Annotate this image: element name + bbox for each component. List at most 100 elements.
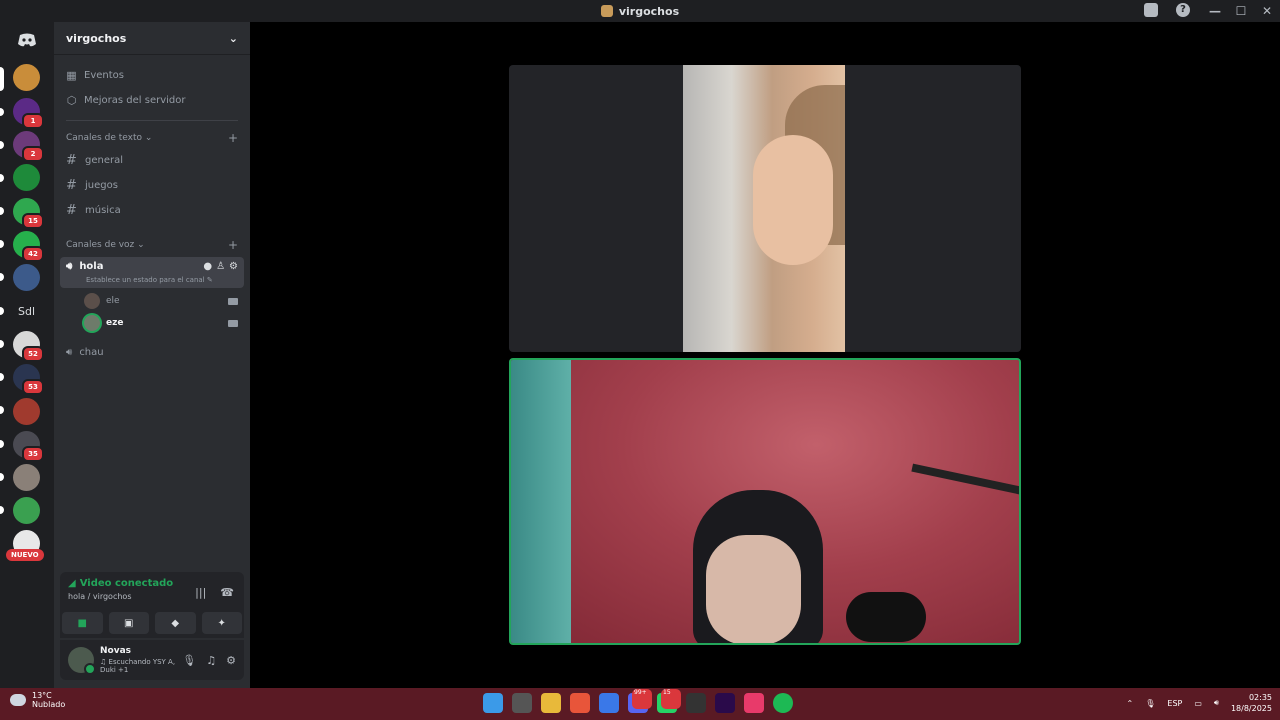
time: 02:35 — [1248, 693, 1272, 702]
voice-action-buttons: ■ ▣ ◆ ✦ — [60, 608, 244, 638]
events-item[interactable]: ▦ Eventos — [54, 63, 250, 88]
whatsapp-icon[interactable]: 15 — [657, 689, 681, 713]
mention-badge: 53 — [22, 379, 44, 395]
server-sdl[interactable]: Sdl — [13, 298, 40, 325]
divider — [66, 120, 238, 121]
member-name: ele — [106, 296, 120, 306]
server-icon-2[interactable]: 1 — [13, 98, 44, 129]
channel-status-input[interactable]: Establece un estado para el canal ✎ — [86, 276, 238, 284]
server-icon-14[interactable] — [13, 497, 40, 524]
premiere-icon[interactable] — [715, 693, 735, 713]
voice-member[interactable]: ele — [54, 290, 250, 312]
noise-suppression-icon[interactable]: ||| — [195, 586, 206, 599]
server-icon-11[interactable] — [13, 398, 40, 425]
voice-category-header[interactable]: Canales de voz ⌄ + — [54, 235, 250, 255]
server-icon-4[interactable] — [13, 164, 40, 191]
video-feed — [683, 65, 845, 352]
server-icon — [600, 5, 613, 17]
server-icon-9[interactable]: 52 — [13, 331, 44, 362]
server-icon-7[interactable] — [13, 264, 40, 291]
server-icon-5[interactable]: 15 — [13, 198, 44, 229]
server-icon-10[interactable]: 53 — [13, 364, 44, 395]
channel-sidebar: virgochos ⌄ ▦ Eventos ⬡ Mejoras del serv… — [54, 22, 250, 688]
channel-musica[interactable]: # música — [54, 198, 250, 223]
search-icon[interactable] — [512, 693, 532, 713]
close-button[interactable]: ✕ — [1254, 4, 1280, 18]
help-icon[interactable]: ? — [1176, 3, 1190, 17]
unread-pill — [0, 174, 4, 182]
microphone-icon[interactable]: 🎙︎ — [1145, 699, 1155, 708]
unread-pill — [0, 340, 4, 348]
channel-status-text: Establece un estado para el canal — [86, 276, 205, 284]
disconnect-icon[interactable]: ☎ — [220, 586, 234, 599]
server-icon-6[interactable]: 42 — [13, 231, 44, 262]
server-header[interactable]: virgochos ⌄ — [54, 22, 250, 55]
voice-channel-chau[interactable]: 🔊︎ chau — [54, 340, 250, 365]
spotify-icon[interactable] — [773, 693, 793, 713]
voice-channel-label: hola — [79, 261, 104, 272]
weather-widget[interactable]: 13°C Nublado — [10, 691, 65, 709]
server-icon-13[interactable] — [13, 464, 40, 491]
server-name: virgochos — [66, 31, 127, 45]
channel-general[interactable]: # general — [54, 148, 250, 173]
boosts-item[interactable]: ⬡ Mejoras del servidor — [54, 88, 250, 113]
chrome-icon[interactable] — [570, 693, 590, 713]
discord-taskbar-icon[interactable]: 99+ — [628, 689, 652, 713]
steam-icon[interactable] — [686, 693, 706, 713]
maximize-button[interactable]: ☐ — [1228, 4, 1254, 18]
file-explorer-icon[interactable] — [541, 693, 561, 713]
camera-icon — [228, 297, 238, 305]
avatar[interactable] — [68, 647, 96, 675]
headphones-icon[interactable]: ♫ — [206, 654, 216, 667]
voice-category-label: Canales de voz — [66, 240, 135, 250]
store-icon[interactable] — [599, 693, 619, 713]
soundboard-button[interactable]: ✦ — [201, 612, 242, 634]
unread-pill — [0, 207, 4, 215]
voice-channel-hola[interactable]: 🔊︎ hola ● ♙ ⚙ Establece un estado para e… — [60, 257, 244, 288]
avatar — [84, 293, 100, 309]
server-icon-12[interactable]: 35 — [13, 431, 44, 462]
server-virgochos[interactable] — [13, 64, 40, 91]
screen-share-button[interactable]: ▣ — [108, 612, 149, 634]
activity-button[interactable]: ◆ — [155, 612, 196, 634]
events-label: Eventos — [84, 70, 124, 81]
unread-pill — [0, 141, 4, 149]
minimize-button[interactable]: — — [1202, 4, 1228, 18]
add-channel-icon[interactable]: + — [228, 131, 238, 145]
server-icon-3[interactable]: 2 — [13, 131, 44, 162]
unread-pill — [0, 273, 4, 281]
soundboard-icon: ✦ — [217, 617, 226, 629]
volume-icon[interactable]: 🔊︎ — [1214, 698, 1219, 708]
new-servers-badge[interactable]: NUEVO — [6, 549, 44, 561]
windows-start-icon[interactable] — [483, 693, 503, 713]
video-tile-eze[interactable] — [509, 358, 1021, 645]
window-titlebar: virgochos ? — ☐ ✕ — [0, 0, 1280, 22]
microphone-icon[interactable]: 🎙︎ — [182, 654, 196, 667]
camera-button[interactable]: ■ — [62, 612, 103, 634]
clock[interactable]: 02:35 18/8/2025 — [1231, 692, 1272, 714]
video-tile-ele[interactable] — [509, 65, 1021, 352]
tiktok-icon[interactable] — [744, 693, 764, 713]
mention-badge: 52 — [22, 346, 44, 362]
user-info[interactable]: Novas ♫ Escuchando YSY A, Duki +1 — [100, 646, 182, 674]
music-note-icon: ♫ — [100, 658, 107, 666]
unread-pill — [0, 108, 4, 116]
discord-logo-icon — [17, 33, 36, 46]
invite-icon[interactable]: ♙ — [216, 261, 225, 272]
server-rail: 1 2 15 42 Sdl 52 53 35 NUEVO — [0, 22, 54, 688]
discord-home-button[interactable] — [13, 26, 40, 53]
gear-icon[interactable]: ⚙ — [226, 654, 236, 667]
speaker-icon: 🔊︎ — [66, 261, 73, 272]
add-channel-icon[interactable]: + — [228, 238, 238, 252]
chat-bubble-icon[interactable]: ● — [203, 261, 212, 272]
text-category-header[interactable]: Canales de texto ⌄ + — [54, 128, 250, 148]
chevron-up-icon[interactable]: ⌃ — [1127, 699, 1134, 708]
voice-channel-label: chau — [79, 347, 104, 358]
pencil-icon: ✎ — [206, 276, 213, 284]
gear-icon[interactable]: ⚙ — [229, 261, 238, 272]
inbox-icon[interactable] — [1144, 3, 1158, 17]
network-icon[interactable]: ▭ — [1194, 699, 1202, 708]
channel-juegos[interactable]: # juegos — [54, 173, 250, 198]
voice-member[interactable]: eze — [54, 312, 250, 334]
language-indicator[interactable]: ESP — [1167, 699, 1182, 708]
